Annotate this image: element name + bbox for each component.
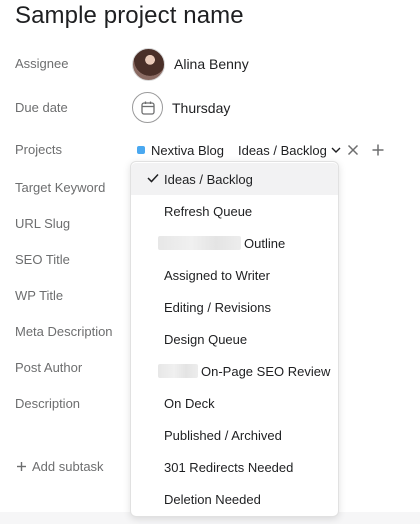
add-subtask-button[interactable]: Add subtask	[16, 459, 104, 474]
avatar	[132, 47, 165, 81]
chevron-down-icon	[331, 147, 341, 153]
section-select-label: Ideas / Backlog	[237, 142, 327, 158]
menu-item-label: Published / Archived	[164, 427, 282, 443]
redacted-text	[158, 364, 198, 378]
projects-label: Projects	[15, 142, 62, 157]
project-color-dot	[137, 146, 145, 154]
menu-item[interactable]: 301 Redirects Needed	[131, 451, 338, 483]
seo-title-label: SEO Title	[15, 252, 70, 267]
menu-item[interactable]: Assigned to Writer	[131, 259, 338, 291]
section-select[interactable]: Ideas / Backlog	[238, 143, 341, 158]
due-date-text: Thursday	[172, 99, 231, 116]
meta-description-label: Meta Description	[15, 324, 113, 339]
project-name[interactable]: Nextiva Blog	[151, 143, 224, 158]
assignee-value[interactable]: Alina Benny	[132, 47, 249, 81]
add-subtask-label: Add subtask	[32, 459, 104, 474]
assignee-label: Assignee	[15, 56, 69, 71]
menu-item[interactable]: Outline	[131, 227, 338, 259]
due-date-label: Due date	[15, 100, 68, 115]
menu-item[interactable]: Refresh Queue	[131, 195, 338, 227]
menu-item[interactable]: Editing / Revisions	[131, 291, 338, 323]
assignee-name: Alina Benny	[174, 56, 249, 72]
menu-item-label: Refresh Queue	[164, 203, 253, 219]
calendar-icon	[132, 92, 163, 123]
menu-item[interactable]: Design Queue	[131, 323, 338, 355]
target-keyword-label: Target Keyword	[15, 180, 106, 195]
plus-icon	[17, 462, 26, 471]
url-slug-label: URL Slug	[15, 216, 71, 231]
menu-item-label: Outline	[244, 235, 286, 251]
description-label: Description	[15, 396, 81, 411]
menu-item[interactable]: Deletion Needed	[131, 483, 338, 515]
due-date-value[interactable]: Thursday	[132, 91, 230, 124]
menu-item-label: On Deck	[164, 395, 215, 411]
menu-item-label: Design Queue	[164, 331, 248, 347]
post-author-label: Post Author	[15, 360, 83, 375]
task-title[interactable]: Sample project name	[15, 2, 244, 30]
redacted-text	[158, 236, 241, 250]
check-icon	[147, 173, 159, 183]
menu-item-label: Assigned to Writer	[164, 267, 270, 283]
menu-item[interactable]: On Deck	[131, 387, 338, 419]
menu-item[interactable]: On-Page SEO Review	[131, 355, 338, 387]
close-icon[interactable]	[346, 142, 360, 158]
wp-title-label: WP Title	[15, 288, 64, 303]
menu-item-label: On-Page SEO Review	[201, 363, 331, 379]
plus-icon[interactable]	[370, 142, 386, 158]
menu-item[interactable]: Ideas / Backlog	[131, 163, 338, 195]
menu-item-label: Editing / Revisions	[164, 299, 271, 315]
task-detail-pane: Sample project name Assignee Alina Benny…	[0, 0, 420, 524]
project-pill[interactable]: Nextiva Blog Ideas / Backlog	[137, 141, 341, 159]
menu-item-label: Deletion Needed	[164, 491, 261, 507]
menu-item[interactable]: Published / Archived	[131, 419, 338, 451]
menu-item-label: Ideas / Backlog	[164, 171, 253, 187]
section-dropdown-menu: Ideas / Backlog Refresh Queue Outline As…	[130, 161, 339, 517]
menu-item-label: 301 Redirects Needed	[164, 459, 294, 475]
